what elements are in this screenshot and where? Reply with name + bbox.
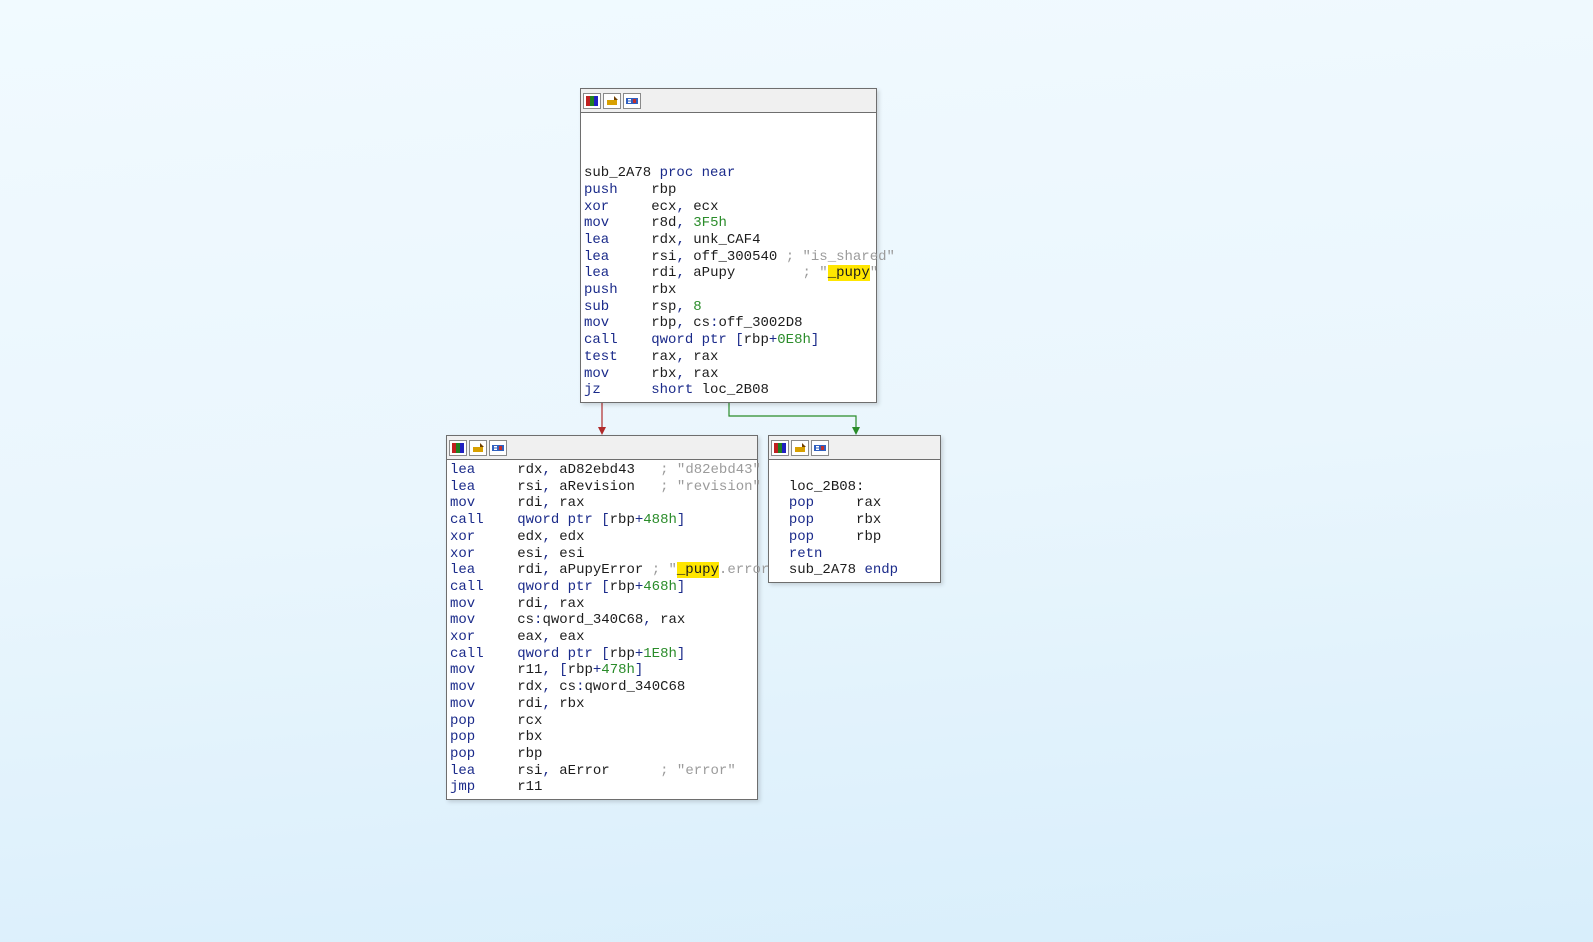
node-toolbar <box>447 436 757 460</box>
node-group-icon[interactable] <box>489 440 507 456</box>
node-color-icon[interactable] <box>583 93 601 109</box>
graph-node-left[interactable]: lea rdx, aD82ebd43 ; "d82ebd43" lea rsi,… <box>446 435 758 800</box>
graph-node-right[interactable]: loc_2B08: pop rax pop rbx pop rbp retn s… <box>768 435 941 583</box>
node-toolbar <box>769 436 940 460</box>
node-edit-icon[interactable] <box>791 440 809 456</box>
node-color-icon[interactable] <box>449 440 467 456</box>
disassembly-block: sub_2A78 proc near push rbp xor ecx, ecx… <box>581 113 876 402</box>
node-edit-icon[interactable] <box>469 440 487 456</box>
node-group-icon[interactable] <box>623 93 641 109</box>
node-color-icon[interactable] <box>771 440 789 456</box>
node-group-icon[interactable] <box>811 440 829 456</box>
disassembly-block: lea rdx, aD82ebd43 ; "d82ebd43" lea rsi,… <box>447 460 757 799</box>
graph-node-top[interactable]: sub_2A78 proc near push rbp xor ecx, ecx… <box>580 88 877 403</box>
node-edit-icon[interactable] <box>603 93 621 109</box>
edge-true <box>728 402 860 436</box>
node-toolbar <box>581 89 876 113</box>
disassembly-block: loc_2B08: pop rax pop rbx pop rbp retn s… <box>769 460 940 582</box>
edge-false <box>600 402 610 436</box>
